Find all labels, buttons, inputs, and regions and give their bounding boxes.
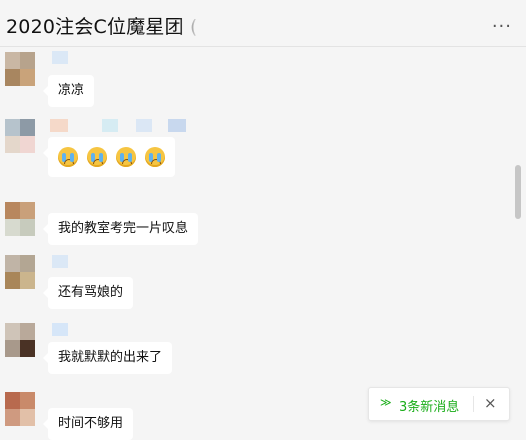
message-bubble[interactable]: 我就默默的出来了 — [42, 342, 173, 374]
message-bubble[interactable] — [43, 137, 175, 177]
avatar[interactable] — [5, 323, 35, 357]
title-truncation-fade — [178, 6, 208, 42]
avatar[interactable] — [5, 52, 35, 86]
chat-header: 2020注会C位魔星团 ( ··· — [0, 0, 526, 47]
avatar[interactable] — [5, 202, 35, 236]
double-chevron-down-icon: ≫ — [380, 396, 392, 409]
message-bubble[interactable]: 我的教室考完一片叹息 — [42, 213, 199, 245]
new-messages-label[interactable]: 3条新消息 — [399, 396, 459, 415]
crying-face-icon — [87, 146, 107, 167]
message-bubble[interactable]: 时间不够用 — [42, 408, 134, 440]
window-button-icon[interactable] — [400, 0, 408, 4]
sender-name — [50, 119, 68, 132]
scrollbar-thumb[interactable] — [515, 165, 521, 219]
sender-name — [52, 323, 68, 336]
new-messages-notice[interactable]: ≫ 3条新消息 × — [368, 387, 510, 421]
sender-name — [102, 119, 118, 132]
message-list[interactable]: 凉凉 我的教室考完一片叹息 还有骂娘的 我就默默的出来了 时间不够用 — [0, 47, 526, 440]
crying-face-icon — [116, 146, 136, 167]
sender-name — [52, 51, 68, 64]
close-icon[interactable]: × — [484, 394, 497, 412]
sender-name — [136, 119, 152, 132]
crying-face-icon — [58, 146, 78, 167]
avatar[interactable] — [5, 392, 35, 426]
chat-title: 2020注会C位魔星团 ( — [6, 16, 198, 38]
divider — [473, 396, 474, 412]
avatar[interactable] — [5, 255, 35, 289]
avatar[interactable] — [5, 119, 35, 153]
message-bubble[interactable]: 还有骂娘的 — [42, 277, 134, 309]
crying-face-icon — [145, 146, 165, 167]
more-icon[interactable]: ··· — [492, 16, 512, 37]
message-bubble[interactable]: 凉凉 — [42, 75, 95, 107]
window-button-icon[interactable] — [470, 0, 478, 4]
sender-name — [52, 255, 68, 268]
sender-name — [168, 119, 186, 132]
